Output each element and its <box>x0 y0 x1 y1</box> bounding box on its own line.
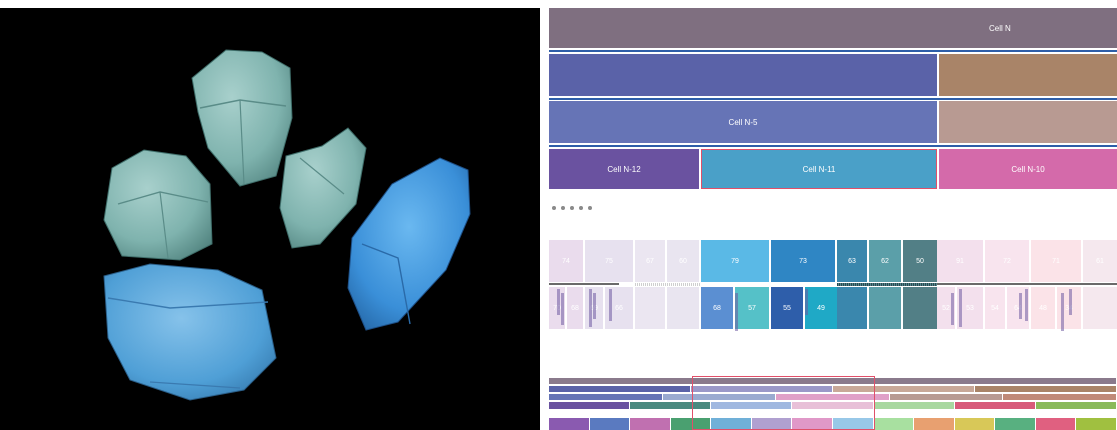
division-mark <box>557 289 560 315</box>
division-mark <box>1025 289 1028 321</box>
lineage-panel: Cell N Cell N-5 Cell N-12 Cell N-11 Cell… <box>549 8 1117 430</box>
overview-segment <box>1035 418 1076 430</box>
cell-tile[interactable]: 54 <box>985 287 1005 329</box>
cell-tile[interactable]: 62 <box>869 240 901 282</box>
overview-segment <box>549 386 690 392</box>
overview-segment <box>549 418 589 430</box>
cell-tile[interactable]: 57 <box>735 287 769 329</box>
overview-segment <box>1003 394 1116 400</box>
cell-mesh-left <box>103 149 213 261</box>
lineage-cell-n-11[interactable]: Cell N-11 <box>701 149 937 189</box>
lineage-cell-n-10-label: Cell N-10 <box>1011 164 1045 174</box>
cell-mesh-bottom <box>103 263 277 401</box>
cell-tile[interactable]: 74 <box>549 240 583 282</box>
lineage-separator <box>549 98 1117 100</box>
lineage-cell-n-11-label: Cell N-11 <box>802 164 836 174</box>
row-separator <box>837 283 937 286</box>
division-mark <box>951 293 954 325</box>
lineage-row2-b[interactable] <box>939 54 1117 96</box>
lineage-cell-n-12-label: Cell N-12 <box>607 164 641 174</box>
overview-segment <box>914 418 954 430</box>
overview-segment <box>954 402 1035 409</box>
division-mark <box>561 293 564 325</box>
lineage-cell-n-5[interactable]: Cell N-5 <box>549 101 937 143</box>
ellipsis-dot <box>579 206 583 210</box>
cell-tile[interactable]: 68 <box>701 287 733 329</box>
lineage-separator <box>549 145 1117 147</box>
cell-tile[interactable] <box>869 287 901 329</box>
division-mark <box>593 293 596 319</box>
overview-segment <box>1076 418 1116 430</box>
overview-segment <box>873 402 954 409</box>
cell-tile[interactable]: 49 <box>805 287 837 329</box>
overview-segment <box>1035 402 1116 409</box>
ellipsis-dot <box>570 206 574 210</box>
cell-tile[interactable] <box>667 287 699 329</box>
overview-segment <box>549 402 630 409</box>
cell-tile[interactable]: 67 <box>635 240 665 282</box>
lineage-separator <box>549 50 1117 52</box>
cell-tile[interactable]: 72 <box>985 240 1029 282</box>
cell-tile[interactable]: 60 <box>667 240 699 282</box>
overview-selection[interactable] <box>692 376 875 430</box>
lineage-row2-a[interactable] <box>549 54 937 96</box>
lineage-cell-n-label: Cell N <box>989 23 1011 33</box>
division-mark <box>959 289 962 327</box>
3d-cell-viewer[interactable] <box>0 8 540 430</box>
lineage-row3-b[interactable] <box>939 101 1117 143</box>
lineage-cell-n[interactable]: Cell N <box>549 8 1117 48</box>
division-mark <box>1019 293 1022 319</box>
cell-tile[interactable]: 61 <box>1083 240 1117 282</box>
division-mark <box>735 293 738 331</box>
cell-tile[interactable] <box>837 287 867 329</box>
cell-tile[interactable]: 75 <box>585 240 633 282</box>
division-mark <box>609 289 612 321</box>
overview-segment <box>630 418 670 430</box>
overview-segment <box>975 386 1116 392</box>
lineage-cell-n-5-label: Cell N-5 <box>728 117 758 127</box>
overview-segment <box>549 394 662 400</box>
row-separator <box>937 283 1117 285</box>
ellipsis-dot <box>552 206 556 210</box>
division-mark <box>1069 289 1072 315</box>
overview-segment <box>995 418 1035 430</box>
cell-tile[interactable]: 55 <box>771 287 803 329</box>
cell-tile[interactable]: 50 <box>903 240 937 282</box>
cell-mesh-render <box>103 49 471 401</box>
lineage-cell-n-12[interactable]: Cell N-12 <box>549 149 699 189</box>
ellipsis-dot <box>588 206 592 210</box>
ellipsis-indicator[interactable] <box>552 206 592 210</box>
division-mark <box>1061 293 1064 331</box>
ellipsis-dot <box>561 206 565 210</box>
cell-tile[interactable]: 91 <box>937 240 983 282</box>
division-mark <box>805 289 808 315</box>
row-separator <box>635 283 701 286</box>
overview-segment <box>954 418 995 430</box>
cell-tile[interactable]: 63 <box>837 240 867 282</box>
cell-tile[interactable] <box>1083 287 1117 329</box>
cell-tile[interactable]: 48 <box>1031 287 1055 329</box>
overview-segment <box>873 418 914 430</box>
cell-tile[interactable]: 73 <box>771 240 835 282</box>
lineage-cell-n-10[interactable]: Cell N-10 <box>939 149 1117 189</box>
row-separator <box>549 283 619 285</box>
overview-segment <box>889 394 1003 400</box>
cell-mesh-right <box>347 157 471 331</box>
cell-mesh-top <box>191 49 293 187</box>
overview-segment <box>589 418 630 430</box>
cell-tile[interactable]: 68 <box>567 287 583 329</box>
cell-mesh-middle <box>279 127 367 249</box>
division-mark <box>589 289 592 327</box>
cell-tile[interactable] <box>903 287 937 329</box>
cell-tile[interactable] <box>635 287 665 329</box>
cell-tile[interactable]: 71 <box>1031 240 1081 282</box>
cell-tile[interactable]: 79 <box>701 240 769 282</box>
